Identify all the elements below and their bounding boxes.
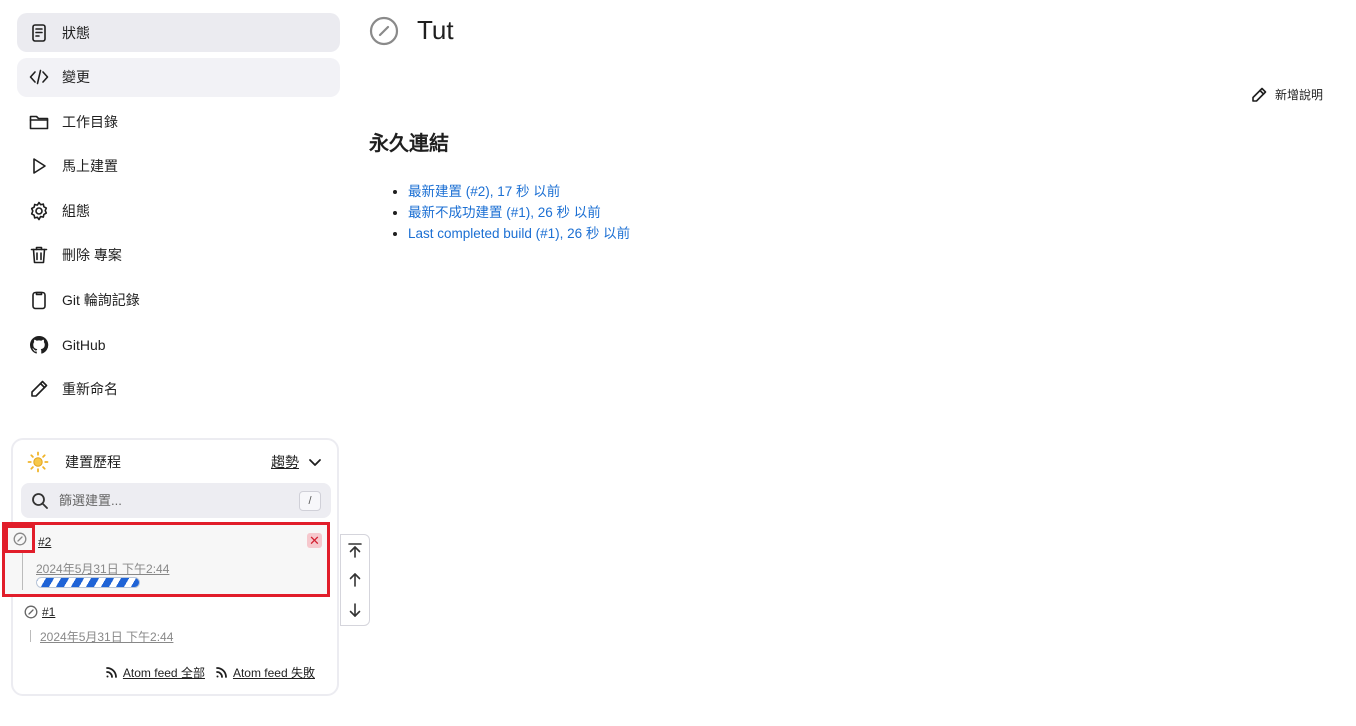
- search-icon: [32, 492, 48, 509]
- build-progress-bar[interactable]: [36, 577, 140, 588]
- sidebar-item-label: 狀態: [62, 24, 90, 41]
- sidebar-item-label: 組態: [62, 202, 90, 219]
- list-item: 最新不成功建置 (#1), 26 秒 以前: [408, 202, 630, 223]
- sidebar-item-git-polling-log[interactable]: Git 輪詢記錄: [17, 281, 340, 320]
- list-item: Last completed build (#1), 26 秒 以前: [408, 223, 630, 244]
- sidebar-item-label: GitHub: [62, 336, 106, 353]
- sidebar-item-build-now[interactable]: 馬上建置: [17, 147, 340, 186]
- trash-icon: [28, 244, 50, 266]
- sidebar-item-label: 馬上建置: [62, 158, 118, 175]
- permalink-last-completed-build[interactable]: Last completed build (#1), 26 秒 以前: [408, 226, 630, 241]
- permalink-last-build[interactable]: 最新建置 (#2), 17 秒 以前: [408, 184, 560, 199]
- list-item: 最新建置 (#2), 17 秒 以前: [408, 181, 630, 202]
- rss-icon: [106, 667, 117, 678]
- sidebar-nav: 狀態 變更 工作目錄 馬上建置 組態 刪除 專案 Git 輪詢記錄 GitHub…: [17, 13, 340, 414]
- atom-feed-failed-link[interactable]: Atom feed 失敗: [215, 664, 315, 681]
- build-history-title: 建置歷程: [65, 454, 121, 470]
- sidebar-item-status[interactable]: 狀態: [17, 13, 340, 52]
- permalinks-heading: 永久連結: [369, 133, 449, 155]
- scroll-down-icon[interactable]: [347, 602, 363, 618]
- sidebar-item-rename[interactable]: 重新命名: [17, 370, 340, 409]
- search-shortcut-hint: /: [299, 490, 321, 511]
- github-icon: [28, 334, 50, 356]
- build-row-1[interactable]: #1 2024年5月31日 下午2:44: [13, 600, 333, 644]
- timeline-line: [22, 553, 23, 590]
- sidebar-item-label: 重新命名: [62, 381, 118, 398]
- sidebar-item-configure[interactable]: 組態: [17, 191, 340, 230]
- timeline-line: [30, 630, 31, 642]
- build-filter-input[interactable]: [59, 493, 279, 508]
- build-row-2-running[interactable]: #2 2024年5月31日 下午2:44 ✕: [2, 522, 330, 597]
- scroll-to-top-icon[interactable]: [347, 542, 363, 558]
- build-status-aborted-icon[interactable]: [23, 604, 39, 620]
- history-scroll-controls: [340, 534, 370, 626]
- build-date-link[interactable]: 2024年5月31日 下午2:44: [40, 628, 173, 645]
- scroll-up-icon[interactable]: [347, 572, 363, 588]
- build-filter-search: /: [21, 483, 331, 518]
- sun-icon: [27, 451, 49, 473]
- build-status-in-progress-icon[interactable]: [5, 525, 35, 553]
- cancel-build-button[interactable]: ✕: [307, 533, 322, 548]
- chevron-down-icon[interactable]: [307, 454, 323, 470]
- add-description-label: 新增說明: [1274, 88, 1323, 102]
- build-date-link[interactable]: 2024年5月31日 下午2:44: [36, 560, 169, 577]
- add-description-button[interactable]: 新增說明: [1251, 86, 1323, 103]
- build-number-link[interactable]: #1: [42, 605, 55, 619]
- atom-feed-failed-label: Atom feed 失敗: [232, 666, 315, 680]
- permalink-last-unsuccessful-build[interactable]: 最新不成功建置 (#1), 26 秒 以前: [408, 205, 601, 220]
- atom-feeds: Atom feed 全部 Atom feed 失敗: [95, 664, 315, 681]
- pencil-icon: [1252, 87, 1267, 102]
- sidebar-item-label: 工作目錄: [62, 113, 118, 130]
- gear-icon: [28, 200, 50, 222]
- atom-feed-all-label: Atom feed 全部: [122, 666, 205, 680]
- document-icon: [28, 22, 50, 44]
- pencil-icon: [28, 378, 50, 400]
- build-number-link[interactable]: #2: [38, 535, 51, 549]
- trend-link[interactable]: 趨勢: [271, 452, 299, 472]
- sidebar-item-workspace[interactable]: 工作目錄: [17, 102, 340, 141]
- play-icon: [28, 155, 50, 177]
- page-title: Tut: [417, 15, 454, 45]
- build-history-header: 建置歷程 趨勢: [27, 450, 323, 474]
- atom-feed-all-link[interactable]: Atom feed 全部: [105, 664, 205, 681]
- sidebar-item-delete-project[interactable]: 刪除 專案: [17, 236, 340, 275]
- sidebar-item-label: Git 輪詢記錄: [62, 292, 140, 309]
- job-status-in-progress-icon: [369, 16, 399, 45]
- clipboard-icon: [28, 289, 50, 311]
- code-icon: [28, 66, 50, 88]
- sidebar-item-github[interactable]: GitHub: [17, 325, 340, 364]
- job-header: Tut: [369, 15, 454, 46]
- rss-icon: [216, 667, 227, 678]
- sidebar-item-label: 刪除 專案: [62, 247, 122, 264]
- sidebar-item-label: 變更: [62, 69, 90, 86]
- sidebar-item-changes[interactable]: 變更: [17, 57, 340, 97]
- permalinks-list: 最新建置 (#2), 17 秒 以前 最新不成功建置 (#1), 26 秒 以前…: [408, 181, 630, 244]
- folder-icon: [28, 111, 50, 133]
- build-history-panel: 建置歷程 趨勢 / #2 2024年5月31日 下午2:44 ✕ #1 2024…: [2, 438, 339, 696]
